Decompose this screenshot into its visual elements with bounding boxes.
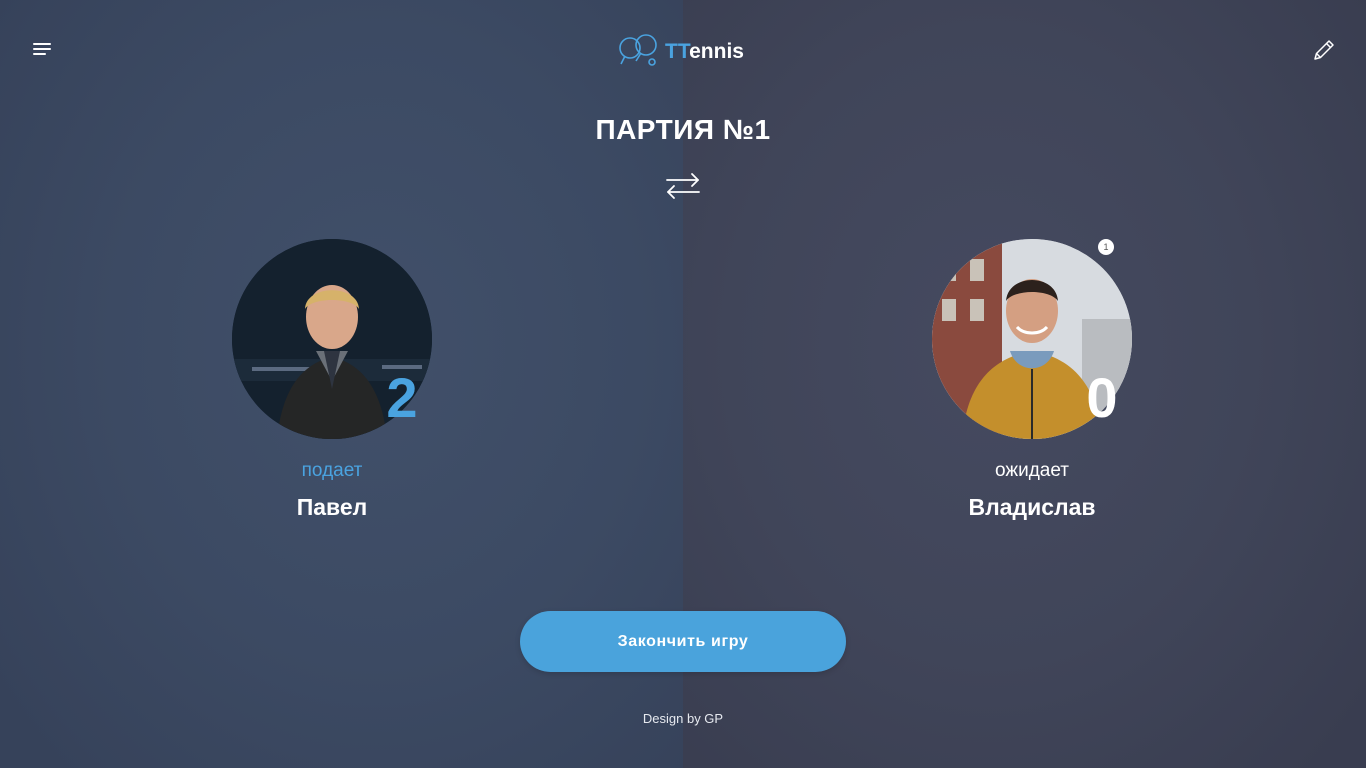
swap-arrows-icon bbox=[666, 173, 700, 199]
player-1-name: Павел bbox=[296, 494, 368, 520]
ping-pong-paddles-icon bbox=[619, 34, 657, 66]
player-2-status: ожидает bbox=[995, 460, 1069, 481]
end-game-button[interactable]: Закончить игру bbox=[520, 611, 846, 672]
app-name: TTennis bbox=[665, 40, 744, 64]
hamburger-line bbox=[33, 48, 51, 50]
game-title: ПАРТИЯ №1 bbox=[595, 114, 771, 145]
edit-button[interactable] bbox=[1310, 36, 1338, 64]
app-name-rest: ennis bbox=[689, 40, 744, 63]
hamburger-line bbox=[33, 53, 46, 55]
app-name-accent: TT bbox=[665, 40, 690, 63]
player-1-score: 2 bbox=[386, 366, 418, 429]
footer-credit: Design by GP bbox=[642, 711, 724, 726]
player-1-status: подает bbox=[301, 460, 363, 481]
app-logo[interactable]: TTennis bbox=[617, 32, 744, 72]
player-2-name: Владислав bbox=[968, 494, 1096, 520]
hamburger-line bbox=[33, 43, 51, 45]
swap-players-button[interactable] bbox=[664, 170, 702, 202]
pencil-icon bbox=[1314, 40, 1334, 60]
player-2-score: 0 bbox=[1086, 366, 1118, 429]
menu-button[interactable] bbox=[28, 38, 56, 60]
player-2-badge: 1 bbox=[1098, 239, 1114, 255]
